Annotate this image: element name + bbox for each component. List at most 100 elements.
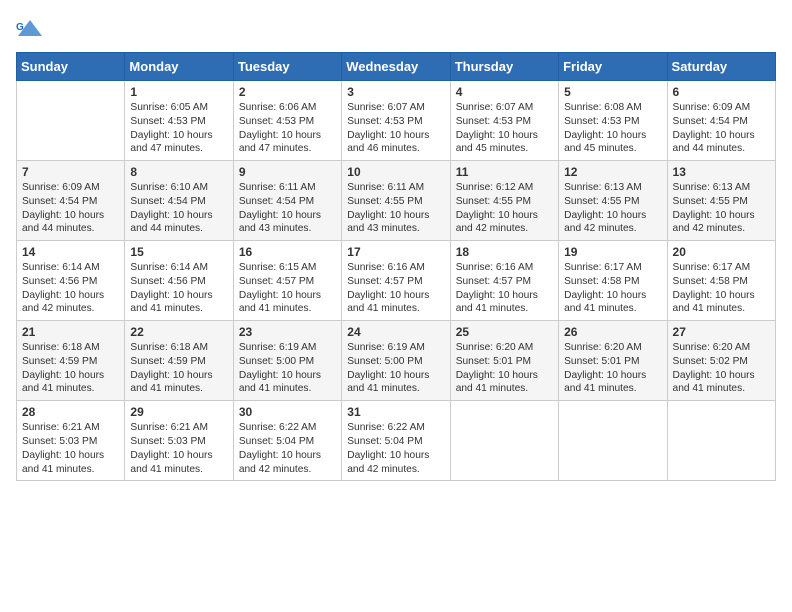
day-number: 20 xyxy=(673,245,770,259)
day-number: 28 xyxy=(22,405,119,419)
day-number: 6 xyxy=(673,85,770,99)
day-number: 15 xyxy=(130,245,227,259)
calendar-cell: 25 Sunrise: 6:20 AM Sunset: 5:01 PM Dayli… xyxy=(450,321,558,401)
calendar-week-row: 14 Sunrise: 6:14 AM Sunset: 4:56 PM Dayli… xyxy=(17,241,776,321)
day-info: Sunrise: 6:15 AM Sunset: 4:57 PM Dayligh… xyxy=(239,261,336,316)
calendar-cell: 2 Sunrise: 6:06 AM Sunset: 4:53 PM Daylig… xyxy=(233,81,341,161)
day-info: Sunrise: 6:05 AM Sunset: 4:53 PM Dayligh… xyxy=(130,101,227,156)
calendar-cell xyxy=(450,401,558,481)
calendar-cell: 24 Sunrise: 6:19 AM Sunset: 5:00 PM Dayli… xyxy=(342,321,450,401)
calendar-cell: 23 Sunrise: 6:19 AM Sunset: 5:00 PM Dayli… xyxy=(233,321,341,401)
day-of-week-header: Friday xyxy=(559,53,667,81)
calendar-cell: 3 Sunrise: 6:07 AM Sunset: 4:53 PM Daylig… xyxy=(342,81,450,161)
calendar-cell: 30Sunrise: 6:22 AM Sunset: 5:04 PM Dayli… xyxy=(233,401,341,481)
calendar-cell: 20 Sunrise: 6:17 AM Sunset: 4:58 PM Dayli… xyxy=(667,241,775,321)
day-of-week-header: Saturday xyxy=(667,53,775,81)
calendar-cell: 28 Sunrise: 6:21 AM Sunset: 5:03 PM Dayli… xyxy=(17,401,125,481)
day-number: 12 xyxy=(564,165,661,179)
day-number: 13 xyxy=(673,165,770,179)
day-of-week-header: Sunday xyxy=(17,53,125,81)
logo: G xyxy=(16,16,48,44)
day-number: 3 xyxy=(347,85,444,99)
day-info: Sunrise: 6:06 AM Sunset: 4:53 PM Dayligh… xyxy=(239,101,336,156)
day-info: Sunrise: 6:08 AM Sunset: 4:53 PM Dayligh… xyxy=(564,101,661,156)
day-of-week-header: Tuesday xyxy=(233,53,341,81)
day-info: Sunrise: 6:18 AM Sunset: 4:59 PM Dayligh… xyxy=(22,341,119,396)
day-info: Sunrise: 6:09 AM Sunset: 4:54 PM Dayligh… xyxy=(673,101,770,156)
day-info: Sunrise: 6:17 AM Sunset: 4:58 PM Dayligh… xyxy=(673,261,770,316)
day-number: 21 xyxy=(22,325,119,339)
calendar-cell: 10 Sunrise: 6:11 AM Sunset: 4:55 PM Dayli… xyxy=(342,161,450,241)
calendar-cell: 13 Sunrise: 6:13 AM Sunset: 4:55 PM Dayli… xyxy=(667,161,775,241)
day-number: 9 xyxy=(239,165,336,179)
day-info: Sunrise: 6:13 AM Sunset: 4:55 PM Dayligh… xyxy=(673,181,770,236)
calendar-cell: 1 Sunrise: 6:05 AM Sunset: 4:53 PM Daylig… xyxy=(125,81,233,161)
calendar-cell: 22Sunrise: 6:18 AM Sunset: 4:59 PM Dayli… xyxy=(125,321,233,401)
calendar-cell: 16 Sunrise: 6:15 AM Sunset: 4:57 PM Dayli… xyxy=(233,241,341,321)
day-info: Sunrise: 6:14 AM Sunset: 4:56 PM Dayligh… xyxy=(130,261,227,316)
calendar-week-row: 1 Sunrise: 6:05 AM Sunset: 4:53 PM Daylig… xyxy=(17,81,776,161)
calendar-cell xyxy=(559,401,667,481)
calendar-cell: 29 Sunrise: 6:21 AM Sunset: 5:03 PM Dayli… xyxy=(125,401,233,481)
day-info: Sunrise: 6:09 AM Sunset: 4:54 PM Dayligh… xyxy=(22,181,119,236)
day-of-week-header: Monday xyxy=(125,53,233,81)
day-number: 2 xyxy=(239,85,336,99)
calendar-cell: 14 Sunrise: 6:14 AM Sunset: 4:56 PM Dayli… xyxy=(17,241,125,321)
calendar-cell: 31Sunrise: 6:22 AM Sunset: 5:04 PM Dayli… xyxy=(342,401,450,481)
day-info: Sunrise: 6:16 AM Sunset: 4:57 PM Dayligh… xyxy=(347,261,444,316)
day-info: Sunrise: 6:11 AM Sunset: 4:54 PM Dayligh… xyxy=(239,181,336,236)
day-number: 8 xyxy=(130,165,227,179)
day-number: 17 xyxy=(347,245,444,259)
calendar-header-row: SundayMondayTuesdayWednesdayThursdayFrid… xyxy=(17,53,776,81)
calendar-cell: 19Sunrise: 6:17 AM Sunset: 4:58 PM Dayli… xyxy=(559,241,667,321)
day-number: 29 xyxy=(130,405,227,419)
day-info: Sunrise: 6:17 AM Sunset: 4:58 PM Dayligh… xyxy=(564,261,661,316)
calendar-cell xyxy=(667,401,775,481)
day-of-week-header: Thursday xyxy=(450,53,558,81)
day-number: 16 xyxy=(239,245,336,259)
day-info: Sunrise: 6:21 AM Sunset: 5:03 PM Dayligh… xyxy=(130,421,227,476)
day-info: Sunrise: 6:10 AM Sunset: 4:54 PM Dayligh… xyxy=(130,181,227,236)
calendar-cell: 26 Sunrise: 6:20 AM Sunset: 5:01 PM Dayli… xyxy=(559,321,667,401)
day-info: Sunrise: 6:07 AM Sunset: 4:53 PM Dayligh… xyxy=(456,101,553,156)
day-number: 31 xyxy=(347,405,444,419)
day-number: 14 xyxy=(22,245,119,259)
day-info: Sunrise: 6:12 AM Sunset: 4:55 PM Dayligh… xyxy=(456,181,553,236)
day-number: 25 xyxy=(456,325,553,339)
calendar-cell: 18 Sunrise: 6:16 AM Sunset: 4:57 PM Dayli… xyxy=(450,241,558,321)
day-number: 26 xyxy=(564,325,661,339)
calendar-table: SundayMondayTuesdayWednesdayThursdayFrid… xyxy=(16,52,776,481)
calendar-cell: 27 Sunrise: 6:20 AM Sunset: 5:02 PM Dayli… xyxy=(667,321,775,401)
day-info: Sunrise: 6:20 AM Sunset: 5:02 PM Dayligh… xyxy=(673,341,770,396)
calendar-cell: 21 Sunrise: 6:18 AM Sunset: 4:59 PM Dayli… xyxy=(17,321,125,401)
day-info: Sunrise: 6:19 AM Sunset: 5:00 PM Dayligh… xyxy=(239,341,336,396)
day-info: Sunrise: 6:19 AM Sunset: 5:00 PM Dayligh… xyxy=(347,341,444,396)
calendar-cell: 6 Sunrise: 6:09 AM Sunset: 4:54 PM Daylig… xyxy=(667,81,775,161)
day-number: 10 xyxy=(347,165,444,179)
day-number: 11 xyxy=(456,165,553,179)
day-number: 30 xyxy=(239,405,336,419)
calendar-cell: 5Sunrise: 6:08 AM Sunset: 4:53 PM Daylig… xyxy=(559,81,667,161)
calendar-cell xyxy=(17,81,125,161)
day-number: 1 xyxy=(130,85,227,99)
day-number: 24 xyxy=(347,325,444,339)
day-info: Sunrise: 6:16 AM Sunset: 4:57 PM Dayligh… xyxy=(456,261,553,316)
calendar-cell: 17 Sunrise: 6:16 AM Sunset: 4:57 PM Dayli… xyxy=(342,241,450,321)
day-number: 18 xyxy=(456,245,553,259)
calendar-week-row: 28 Sunrise: 6:21 AM Sunset: 5:03 PM Dayli… xyxy=(17,401,776,481)
calendar-cell: 9 Sunrise: 6:11 AM Sunset: 4:54 PM Daylig… xyxy=(233,161,341,241)
calendar-cell: 8 Sunrise: 6:10 AM Sunset: 4:54 PM Daylig… xyxy=(125,161,233,241)
day-of-week-header: Wednesday xyxy=(342,53,450,81)
day-info: Sunrise: 6:11 AM Sunset: 4:55 PM Dayligh… xyxy=(347,181,444,236)
day-number: 22 xyxy=(130,325,227,339)
day-info: Sunrise: 6:07 AM Sunset: 4:53 PM Dayligh… xyxy=(347,101,444,156)
day-number: 27 xyxy=(673,325,770,339)
day-info: Sunrise: 6:14 AM Sunset: 4:56 PM Dayligh… xyxy=(22,261,119,316)
day-info: Sunrise: 6:21 AM Sunset: 5:03 PM Dayligh… xyxy=(22,421,119,476)
calendar-cell: 7 Sunrise: 6:09 AM Sunset: 4:54 PM Daylig… xyxy=(17,161,125,241)
day-info: Sunrise: 6:20 AM Sunset: 5:01 PM Dayligh… xyxy=(564,341,661,396)
day-info: Sunrise: 6:20 AM Sunset: 5:01 PM Dayligh… xyxy=(456,341,553,396)
day-number: 7 xyxy=(22,165,119,179)
calendar-cell: 15 Sunrise: 6:14 AM Sunset: 4:56 PM Dayli… xyxy=(125,241,233,321)
day-number: 23 xyxy=(239,325,336,339)
